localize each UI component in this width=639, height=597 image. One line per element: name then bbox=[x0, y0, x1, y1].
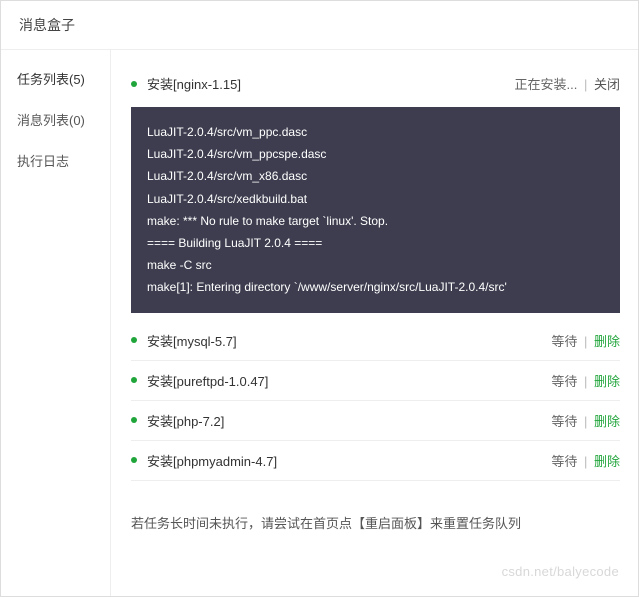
task-status-text: 等待 bbox=[551, 374, 577, 389]
delete-button[interactable]: 删除 bbox=[594, 334, 620, 349]
console-line: make[1]: Entering directory `/www/server… bbox=[147, 276, 604, 298]
delete-button[interactable]: 删除 bbox=[594, 374, 620, 389]
task-row: 安装[mysql-5.7]等待 | 删除 bbox=[131, 321, 620, 361]
console-line: ==== Building LuaJIT 2.0.4 ==== bbox=[147, 232, 604, 254]
separator: | bbox=[580, 334, 591, 349]
close-button[interactable]: 关闭 bbox=[594, 77, 620, 92]
task-row: 安装[phpmyadmin-4.7]等待 | 删除 bbox=[131, 441, 620, 481]
dialog-title: 消息盒子 bbox=[1, 1, 638, 50]
task-label: 安装[phpmyadmin-4.7] bbox=[147, 451, 551, 470]
sidebar: 任务列表(5)消息列表(0)执行日志 bbox=[1, 50, 111, 596]
task-actions: 等待 | 删除 bbox=[551, 451, 620, 470]
task-status-text: 等待 bbox=[551, 414, 577, 429]
console-line: LuaJIT-2.0.4/src/vm_x86.dasc bbox=[147, 165, 604, 187]
status-dot-icon bbox=[131, 457, 137, 463]
sidebar-item-2[interactable]: 执行日志 bbox=[1, 140, 110, 181]
task-label: 安装[pureftpd-1.0.47] bbox=[147, 371, 551, 390]
delete-button[interactable]: 删除 bbox=[594, 414, 620, 429]
status-dot-icon bbox=[131, 337, 137, 343]
footer-note: 若任务长时间未执行，请尝试在首页点【重启面板】来重置任务队列 bbox=[131, 513, 620, 532]
console-line: LuaJIT-2.0.4/src/vm_ppc.dasc bbox=[147, 121, 604, 143]
separator: | bbox=[580, 414, 591, 429]
main-panel: 安装[nginx-1.15]正在安装... | 关闭 LuaJIT-2.0.4/s… bbox=[111, 50, 638, 596]
task-actions: 等待 | 删除 bbox=[551, 371, 620, 390]
separator: | bbox=[580, 454, 591, 469]
console-line: LuaJIT-2.0.4/src/vm_ppcspe.dasc bbox=[147, 143, 604, 165]
task-label: 安装[php-7.2] bbox=[147, 411, 551, 430]
status-dot-icon bbox=[131, 377, 137, 383]
console-output: LuaJIT-2.0.4/src/vm_ppc.dascLuaJIT-2.0.4… bbox=[131, 107, 620, 313]
console-line: make -C src bbox=[147, 254, 604, 276]
task-status-text: 正在安装... bbox=[515, 77, 578, 92]
console-line: LuaJIT-2.0.4/src/xedkbuild.bat bbox=[147, 188, 604, 210]
task-row: 安装[php-7.2]等待 | 删除 bbox=[131, 401, 620, 441]
separator: | bbox=[580, 374, 591, 389]
delete-button[interactable]: 删除 bbox=[594, 454, 620, 469]
task-row: 安装[nginx-1.15]正在安装... | 关闭 bbox=[131, 64, 620, 103]
task-row: 安装[pureftpd-1.0.47]等待 | 删除 bbox=[131, 361, 620, 401]
task-actions: 等待 | 删除 bbox=[551, 331, 620, 350]
sidebar-item-0[interactable]: 任务列表(5) bbox=[1, 58, 110, 99]
task-status-text: 等待 bbox=[551, 454, 577, 469]
status-dot-icon bbox=[131, 417, 137, 423]
separator: | bbox=[580, 77, 591, 92]
task-label: 安装[mysql-5.7] bbox=[147, 331, 551, 350]
status-dot-icon bbox=[131, 81, 137, 87]
task-status-text: 等待 bbox=[551, 334, 577, 349]
task-actions: 等待 | 删除 bbox=[551, 411, 620, 430]
console-line: make: *** No rule to make target `linux'… bbox=[147, 210, 604, 232]
sidebar-item-1[interactable]: 消息列表(0) bbox=[1, 99, 110, 140]
task-actions: 正在安装... | 关闭 bbox=[515, 74, 620, 93]
task-label: 安装[nginx-1.15] bbox=[147, 74, 515, 93]
